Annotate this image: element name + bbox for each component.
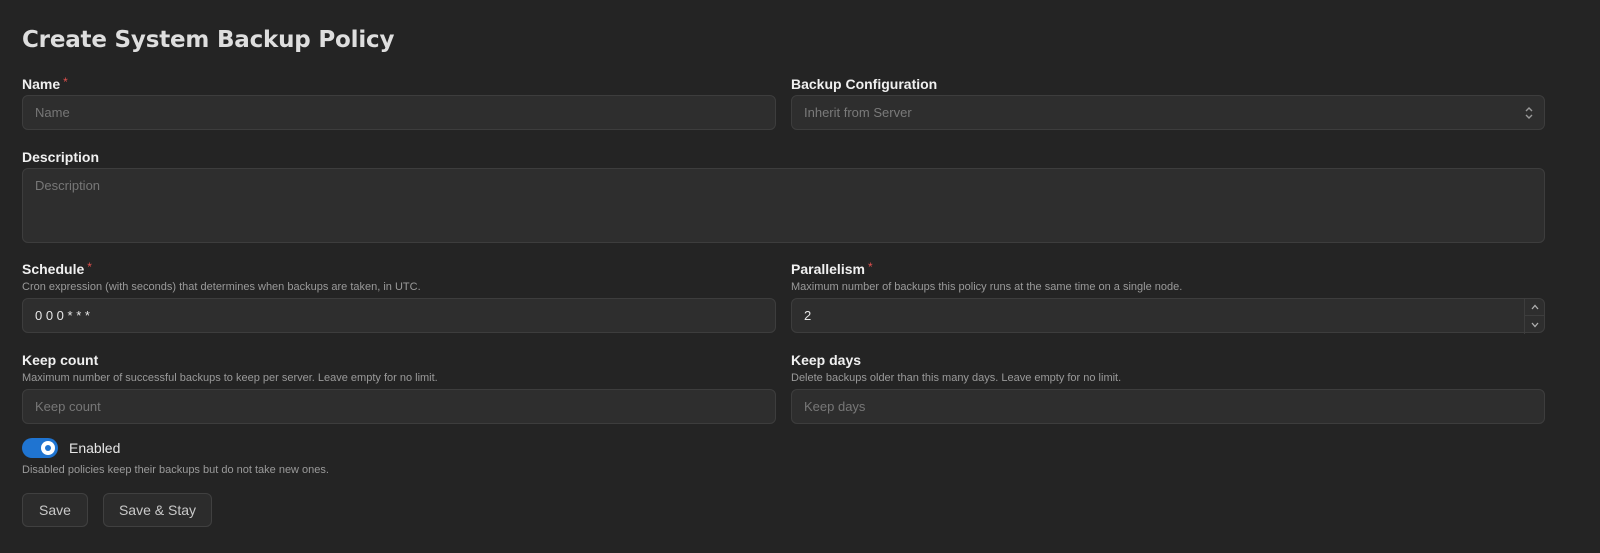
description-input[interactable]: [22, 168, 1545, 243]
required-marker: *: [63, 75, 68, 89]
enabled-label: Enabled: [69, 440, 121, 456]
schedule-input[interactable]: [22, 298, 776, 333]
name-input[interactable]: [22, 95, 776, 130]
keep-days-help: Delete backups older than this many days…: [791, 372, 1122, 384]
enabled-help: Disabled policies keep their backups but…: [22, 464, 329, 476]
keep-days-input[interactable]: [791, 389, 1545, 424]
page-title: Create System Backup Policy: [22, 27, 395, 53]
chevron-up-icon: [1531, 304, 1539, 310]
keep-count-label: Keep count: [22, 352, 99, 368]
decrement-button[interactable]: [1525, 316, 1545, 333]
save-and-stay-button[interactable]: Save & Stay: [103, 493, 212, 527]
select-arrows-icon: [1525, 107, 1533, 119]
backup-configuration-select[interactable]: Inherit from Server: [791, 95, 1545, 130]
description-label: Description: [22, 149, 100, 165]
required-marker: *: [87, 260, 92, 274]
schedule-help: Cron expression (with seconds) that dete…: [22, 281, 421, 293]
backup-policy-form: Create System Backup Policy Name* Backup…: [22, 0, 1578, 553]
keep-count-input[interactable]: [22, 389, 776, 424]
parallelism-label: Parallelism *: [791, 260, 873, 277]
parallelism-input[interactable]: 2: [791, 298, 1545, 334]
toggle-knob: [41, 441, 55, 455]
keep-count-help: Maximum number of successful backups to …: [22, 372, 438, 384]
chevron-down-icon: [1531, 322, 1539, 327]
number-stepper: [1524, 299, 1545, 334]
enabled-toggle[interactable]: [22, 438, 58, 458]
backup-configuration-value: Inherit from Server: [804, 105, 912, 120]
increment-button[interactable]: [1525, 299, 1545, 316]
parallelism-help: Maximum number of backups this policy ru…: [791, 281, 1183, 293]
backup-configuration-label: Backup Configuration: [791, 76, 938, 92]
name-label: Name *: [22, 75, 68, 92]
keep-days-label: Keep days: [791, 352, 862, 368]
schedule-label: Schedule *: [22, 260, 92, 277]
parallelism-value: 2: [804, 308, 812, 323]
required-marker: *: [867, 260, 873, 274]
save-button[interactable]: Save: [22, 493, 88, 527]
